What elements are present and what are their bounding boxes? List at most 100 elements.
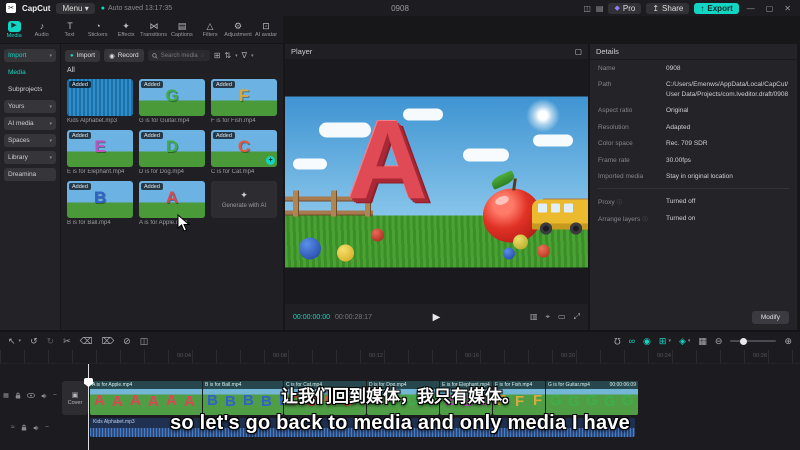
delete-icon[interactable]: ⊘ (123, 336, 131, 346)
slider-knob[interactable] (740, 337, 748, 345)
export-icon: ↑ (700, 3, 705, 13)
mouse-cursor-icon (177, 214, 190, 232)
tab-audio[interactable]: ♪ Audio (28, 21, 56, 38)
bus-window (538, 203, 547, 213)
bus-window (564, 203, 573, 213)
import-button[interactable]: ● Import (65, 49, 101, 62)
menu-button[interactable]: Menu ▾ (56, 2, 95, 14)
cloud-graphic (463, 148, 509, 162)
bus-window (551, 203, 560, 213)
share-button[interactable]: ↥ Share (646, 2, 690, 14)
cover-gif-icon[interactable]: ▦ (698, 336, 707, 346)
sidebar-item-import[interactable]: Import ▾ (4, 49, 56, 62)
video-preview[interactable]: A (285, 96, 588, 268)
titlebar: ✂ CapCut Menu ▾ ● Auto saved 13:17:35 090… (0, 0, 800, 16)
ball-graphic (337, 244, 354, 262)
preview-quality-icon[interactable]: ▥ (530, 312, 538, 322)
timeline-ruler[interactable]: 00:04 00:08 00:12 00:16 00:20 00:24 00:2… (0, 350, 800, 364)
added-badge: Added (69, 183, 91, 190)
freeze-frame-icon[interactable]: ◫ (140, 336, 149, 346)
media-item[interactable]: Added D D is for Dog.mp4 (139, 130, 205, 175)
sidebar-item-subprojects[interactable]: Subprojects (4, 83, 56, 96)
sidebar-item-library[interactable]: Library ▾ (4, 151, 56, 164)
tab-effects[interactable]: ✦ Effects (112, 21, 140, 38)
layout-toggle-icon[interactable]: ◫ (583, 4, 591, 13)
subtitle-english: so let's go back to media and only media… (170, 412, 630, 434)
autosave-dot-icon: ● (100, 4, 105, 12)
media-item[interactable]: Added G G is for Guitar.mp4 (139, 79, 205, 124)
media-item[interactable]: Added B B is for Ball.mp4 (67, 181, 133, 226)
record-button[interactable]: ◉ Record (104, 49, 144, 62)
cloud-graphic (533, 134, 573, 147)
fence-graphic (331, 190, 336, 217)
sidebar-item-yours[interactable]: Yours ▾ (4, 100, 56, 113)
sidebar-item-media[interactable]: Media (4, 66, 56, 79)
chevron-down-icon: ▾ (687, 338, 691, 344)
media-item[interactable]: Added C + C is for Cat.mp4 (211, 130, 277, 175)
linking-icon[interactable]: ⊞ (659, 336, 667, 347)
modify-button[interactable]: Modify (751, 311, 789, 324)
sort-icon[interactable]: ⇅ (224, 51, 231, 60)
preview-axis-icon[interactable]: ∞ (629, 336, 635, 346)
detect-icon[interactable]: ⌖ (546, 312, 551, 322)
bus-wheel (570, 222, 582, 235)
export-button[interactable]: ↑ Export (694, 2, 739, 14)
chevron-down-icon: ▾ (49, 120, 52, 127)
current-time: 00:00:00:00 (293, 313, 330, 321)
zoom-out-icon[interactable]: ⊖ (715, 336, 723, 346)
zoom-in-icon[interactable]: ⊕ (784, 336, 792, 346)
timeline-zoom-slider[interactable] (730, 337, 777, 345)
tab-filters[interactable]: △ Filters (196, 21, 224, 38)
search-input[interactable]: Search media ◌ (147, 50, 210, 61)
media-icon: ▶ (7, 20, 21, 32)
select-tool-icon[interactable]: ↖ (8, 336, 16, 346)
tab-captions[interactable]: ▤ Captions (168, 21, 196, 38)
playhead-line[interactable] (88, 364, 89, 450)
minimize-button[interactable]: — (744, 4, 758, 13)
tab-media[interactable]: ▶ Media (0, 20, 28, 39)
share-icon: ↥ (652, 3, 660, 13)
added-badge: Added (141, 183, 163, 190)
media-item-audio[interactable]: Added Kids Alphabet.mp3 (67, 79, 133, 124)
media-item[interactable]: Added E E is for Elephant.mp4 (67, 130, 133, 175)
sidebar-item-ai-media[interactable]: AI media ▾ (4, 117, 56, 130)
aspect-ratio-icon[interactable]: ▭ (558, 312, 566, 322)
generate-with-ai-card[interactable]: ✦ Generate with AI (211, 181, 277, 226)
sparkle-icon: ✦ (240, 190, 248, 200)
added-badge: Added (213, 81, 235, 88)
magnet-icon[interactable]: Ω (614, 336, 621, 346)
maximize-button[interactable]: ▢ (763, 4, 777, 13)
import-dot-icon: ● (70, 52, 74, 59)
info-icon: ⓘ (642, 216, 648, 223)
redo-icon[interactable]: ↻ (47, 336, 55, 346)
tab-transitions[interactable]: ⋈ Transitions (140, 21, 168, 38)
close-button[interactable]: ✕ (781, 4, 794, 13)
panel-toggle-icon[interactable]: ▤ (596, 4, 604, 13)
media-item[interactable]: Added A A is for Apple.mp4 (139, 181, 205, 226)
tab-adjustment[interactable]: ⚙ Adjustment (224, 21, 252, 38)
undo-icon[interactable]: ↺ (30, 336, 38, 346)
detail-row-name: Name 0908 (598, 65, 681, 72)
add-to-timeline-button[interactable]: + (266, 156, 275, 165)
tab-text[interactable]: T Text (56, 21, 84, 38)
snapping-icon[interactable]: ◉ (643, 336, 651, 347)
split-icon[interactable]: ✂ (63, 336, 71, 346)
timeline-toolbar: ↖ ▾ ↺ ↻ ✂ ⌫ ⌦ ⊘ ◫ Ω ∞ ◉ ⊞ ▾ ◈ ▾ ▦ ⊖ ⊕ (0, 332, 800, 350)
play-button[interactable]: ▶ (433, 312, 441, 323)
panel-options-icon[interactable]: ▢ (575, 47, 582, 56)
tab-stickers[interactable]: ◔ Stickers (84, 21, 112, 38)
grid-view-icon[interactable]: ⊞ (214, 51, 221, 60)
chevron-down-icon: ▾ (250, 52, 254, 59)
caption-track-icon[interactable]: ◈ (679, 336, 686, 347)
sidebar-item-spaces[interactable]: Spaces ▾ (4, 134, 56, 147)
delete-left-icon[interactable]: ⌫ (80, 336, 93, 346)
delete-right-icon[interactable]: ⌦ (101, 336, 114, 346)
pro-button[interactable]: ◆ Pro (608, 2, 642, 14)
tab-ai-avatar[interactable]: ⊡ AI avatar (252, 21, 280, 38)
chevron-down-icon: ▾ (49, 137, 52, 144)
fullscreen-icon[interactable]: ⤢ (574, 312, 580, 322)
media-item[interactable]: Added F F is for Fish.mp4 (211, 79, 277, 124)
filter-icon[interactable]: ∇ (242, 51, 247, 60)
sidebar-item-dreamina[interactable]: Dreamina (4, 168, 56, 181)
subtitle-chinese: 让我们回到媒体，我只有媒体。 (281, 387, 519, 406)
